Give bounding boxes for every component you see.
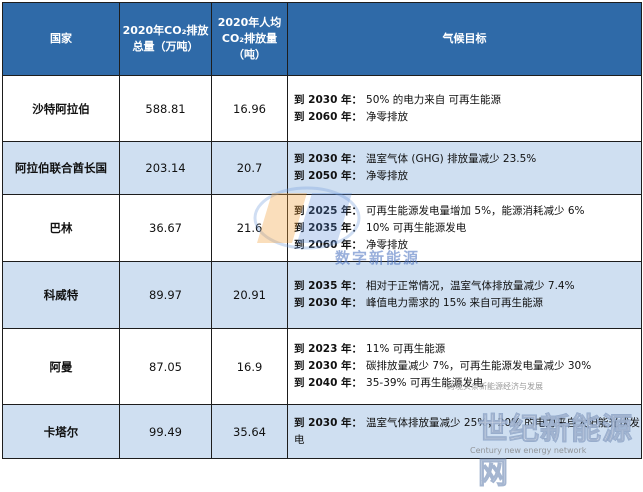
table-body: 沙特阿拉伯 588.81 16.96 到 2030 年： 50% 的电力来自 可再… xyxy=(2,75,642,459)
goals-cell: 到 2030 年： 温室气体排放量减少 25%，20% 的电力来自太阳能光伏发电 xyxy=(287,404,642,459)
goal-text: 可再生能源发电量增加 5%，能源消耗减少 6% xyxy=(366,204,585,217)
goal-text: 净零排放 xyxy=(366,238,409,251)
per-capita-cell: 16.96 xyxy=(211,75,288,142)
goal-text: 11% 可再生能源 xyxy=(366,343,446,355)
goal-line: 到 2060 年： 净零排放 xyxy=(294,237,641,254)
country-cell: 卡塔尔 xyxy=(2,404,120,459)
goal-line: 到 2030 年： 50% 的电力来自 可再生能源 xyxy=(294,92,641,109)
goal-year: 到 2040 年： xyxy=(294,377,363,389)
header-country: 国家 xyxy=(2,2,120,76)
table-header-row: 国家 2020年CO₂排放总量（万吨） 2020年人均CO₂排放量（吨） 气候目… xyxy=(2,2,642,76)
goal-year: 到 2030 年： xyxy=(294,153,363,165)
per-capita-cell: 21.6 xyxy=(211,194,288,262)
goal-year: 到 2025 年： xyxy=(294,204,363,217)
goal-text: 相对于正常情况，温室气体排放量减少 7.4% xyxy=(366,280,575,292)
goal-text: 净零排放 xyxy=(366,110,409,123)
goal-text: 35-39% 可再生能源发电 xyxy=(366,377,484,389)
goal-line: 到 2030 年： 温室气体排放量减少 25%，20% 的电力来自太阳能光伏发电 xyxy=(294,415,641,449)
goals-cell: 到 2025 年： 可再生能源发电量增加 5%，能源消耗减少 6% 到 2035 … xyxy=(287,194,642,262)
goal-line: 到 2030 年： 温室气体 (GHG) 排放量减少 23.5% xyxy=(294,151,641,168)
total-emissions-cell: 89.97 xyxy=(119,261,212,329)
goal-year: 到 2035 年： xyxy=(294,221,363,234)
climate-goals-table: 国家 2020年CO₂排放总量（万吨） 2020年人均CO₂排放量（吨） 气候目… xyxy=(2,2,642,459)
goal-line: 到 2035 年： 10% 可再生能源发电 xyxy=(294,220,641,237)
goal-line: 到 2030 年： 峰值电力需求的 15% 来自可再生能源 xyxy=(294,295,641,312)
goal-year: 到 2023 年： xyxy=(294,343,363,355)
header-per-capita-emissions: 2020年人均CO₂排放量（吨） xyxy=(211,2,288,76)
goal-year: 到 2035 年： xyxy=(294,280,363,292)
goals-cell: 到 2030 年： 50% 的电力来自 可再生能源 到 2060 年： 净零排放 xyxy=(287,75,642,142)
goal-text: 10% 可再生能源发电 xyxy=(366,221,467,234)
goals-cell: 到 2030 年： 温室气体 (GHG) 排放量减少 23.5% 到 2050 年… xyxy=(287,141,642,195)
goals-cell: 到 2023 年： 11% 可再生能源 到 2030 年： 碳排放量减少 7%，可再… xyxy=(287,328,642,405)
goal-line: 到 2050 年： 净零排放 xyxy=(294,168,641,185)
table-row: 巴林 36.67 21.6 到 2025 年： 可再生能源发电量增加 5%，能源消… xyxy=(2,194,642,262)
table-row: 阿拉伯联合酋长国 203.14 20.7 到 2030 年： 温室气体 (GHG)… xyxy=(2,141,642,195)
goal-year: 到 2060 年： xyxy=(294,238,363,251)
goal-year: 到 2030 年： xyxy=(294,297,363,309)
goal-text: 温室气体 (GHG) 排放量减少 23.5% xyxy=(366,153,537,165)
goal-year: 到 2030 年： xyxy=(294,360,363,372)
country-cell: 沙特阿拉伯 xyxy=(2,75,120,142)
goal-text: 碳排放量减少 7%，可再生能源发电量减少 30% xyxy=(366,360,592,372)
country-cell: 阿拉伯联合酋长国 xyxy=(2,141,120,195)
table-row: 科威特 89.97 20.91 到 2035 年： 相对于正常情况，温室气体排放量… xyxy=(2,261,642,329)
goal-year: 到 2060 年： xyxy=(294,110,363,123)
table-row: 阿曼 87.05 16.9 到 2023 年： 11% 可再生能源 到 2030 … xyxy=(2,328,642,405)
total-emissions-cell: 36.67 xyxy=(119,194,212,262)
per-capita-cell: 16.9 xyxy=(211,328,288,405)
goal-year: 到 2030 年： xyxy=(294,416,363,429)
goal-line: 到 2025 年： 可再生能源发电量增加 5%，能源消耗减少 6% xyxy=(294,203,641,220)
header-total-emissions: 2020年CO₂排放总量（万吨） xyxy=(119,2,212,76)
goal-line: 到 2035 年： 相对于正常情况，温室气体排放量减少 7.4% xyxy=(294,278,641,295)
total-emissions-cell: 588.81 xyxy=(119,75,212,142)
goal-text: 峰值电力需求的 15% 来自可再生能源 xyxy=(366,297,544,309)
goal-line: 到 2060 年： 净零排放 xyxy=(294,109,641,126)
total-emissions-cell: 87.05 xyxy=(119,328,212,405)
country-cell: 科威特 xyxy=(2,261,120,329)
per-capita-cell: 20.91 xyxy=(211,261,288,329)
goal-year: 到 2030 年： xyxy=(294,93,363,106)
header-climate-goals: 气候目标 xyxy=(287,2,642,76)
total-emissions-cell: 203.14 xyxy=(119,141,212,195)
goal-line: 到 2040 年： 35-39% 可再生能源发电 xyxy=(294,375,641,392)
goal-text: 50% 的电力来自 可再生能源 xyxy=(366,93,502,106)
total-emissions-cell: 99.49 xyxy=(119,404,212,459)
table-row: 卡塔尔 99.49 35.64 到 2030 年： 温室气体排放量减少 25%，2… xyxy=(2,404,642,459)
country-cell: 阿曼 xyxy=(2,328,120,405)
per-capita-cell: 20.7 xyxy=(211,141,288,195)
per-capita-cell: 35.64 xyxy=(211,404,288,459)
goals-cell: 到 2035 年： 相对于正常情况，温室气体排放量减少 7.4% 到 2030 年… xyxy=(287,261,642,329)
goal-line: 到 2030 年： 碳排放量减少 7%，可再生能源发电量减少 30% xyxy=(294,358,641,375)
goal-text: 净零排放 xyxy=(366,170,409,182)
table-row: 沙特阿拉伯 588.81 16.96 到 2030 年： 50% 的电力来自 可再… xyxy=(2,75,642,142)
goal-year: 到 2050 年： xyxy=(294,170,363,182)
country-cell: 巴林 xyxy=(2,194,120,262)
goal-line: 到 2023 年： 11% 可再生能源 xyxy=(294,341,641,358)
